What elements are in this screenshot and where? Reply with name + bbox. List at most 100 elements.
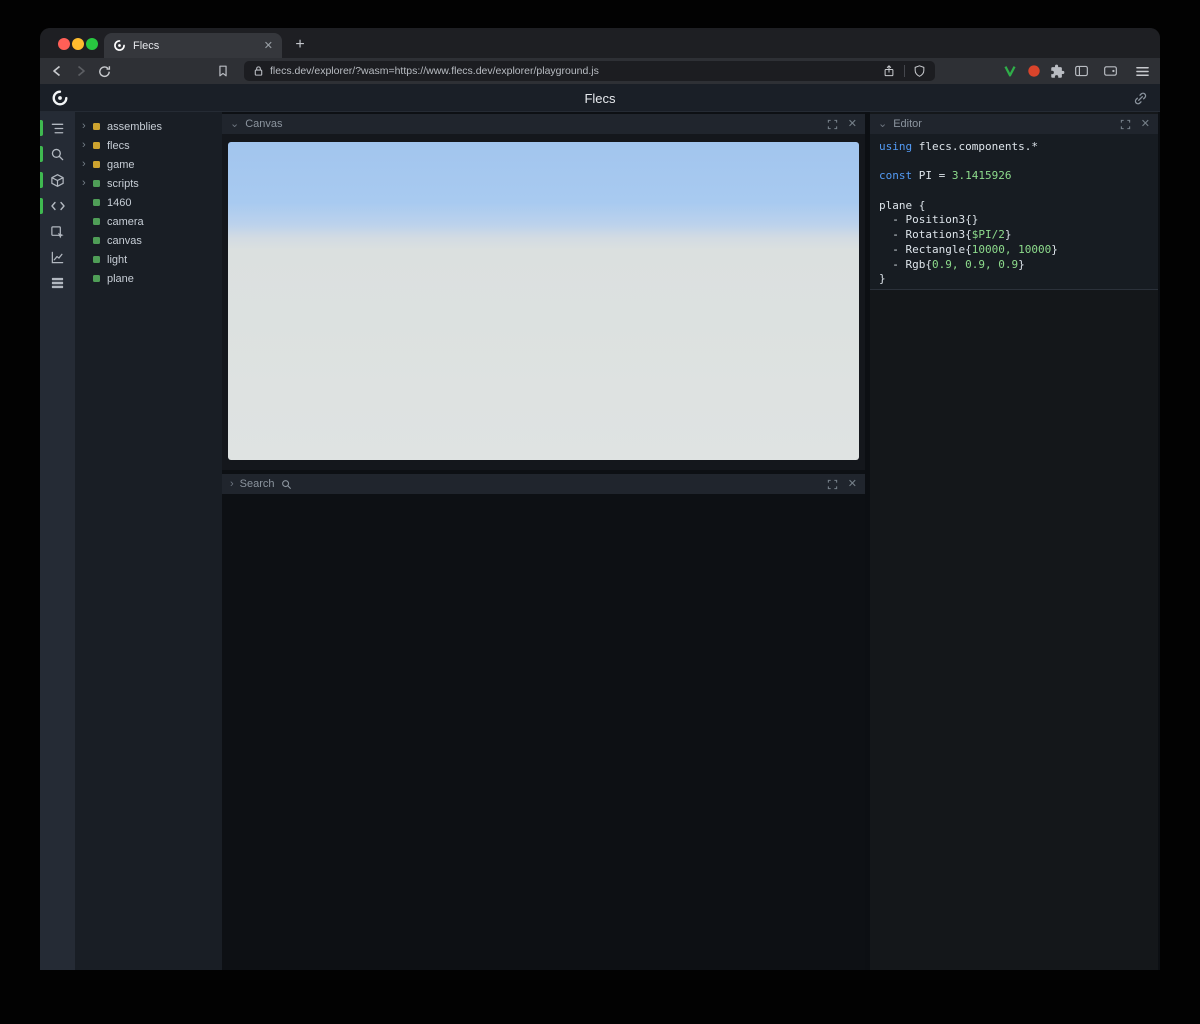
- extension-vimium-icon[interactable]: [999, 58, 1021, 84]
- entity-label: 1460: [107, 196, 132, 209]
- tree-item-1460[interactable]: 1460: [75, 193, 222, 212]
- editor-column: ⌄ Editor ✕ using flecs.components.* cons…: [870, 112, 1158, 970]
- 3d-canvas-viewport[interactable]: [228, 142, 859, 460]
- search-icon[interactable]: [40, 143, 75, 165]
- sidebar-toggle-icon[interactable]: [1070, 58, 1092, 84]
- entity-color-square: [93, 161, 100, 168]
- address-bar[interactable]: flecs.dev/explorer/?wasm=https://www.fle…: [244, 61, 935, 81]
- tab-title: Flecs: [133, 39, 160, 52]
- tree-item-scripts[interactable]: › scripts: [75, 174, 222, 193]
- reload-icon[interactable]: [93, 58, 115, 84]
- code-icon[interactable]: [40, 195, 75, 217]
- browser-window: Flecs ✕ + flecs.dev/explorer/?wasm=https…: [40, 28, 1160, 970]
- entity-label: canvas: [107, 234, 142, 247]
- collapse-chevron-icon[interactable]: ⌄: [878, 118, 887, 130]
- entity-color-square: [93, 237, 100, 244]
- fullscreen-icon[interactable]: [827, 119, 838, 130]
- entity-tree-icon[interactable]: [40, 117, 75, 139]
- traffic-minimize-button[interactable]: [72, 38, 84, 50]
- cube-icon[interactable]: [40, 169, 75, 191]
- canvas-panel-title: Canvas: [245, 118, 283, 130]
- entity-label: assemblies: [107, 120, 163, 133]
- fullscreen-icon[interactable]: [827, 479, 838, 490]
- code-line: - Position3{}: [879, 213, 979, 227]
- entity-label: plane: [107, 272, 134, 285]
- entity-label: scripts: [107, 177, 139, 190]
- collapse-chevron-icon[interactable]: ⌄: [230, 118, 239, 130]
- menu-hamburger-icon[interactable]: [1131, 58, 1153, 84]
- entity-label: flecs: [107, 139, 130, 152]
- empty-panel-area: [222, 494, 865, 970]
- search-magnifier-icon: [281, 479, 292, 490]
- extensions-puzzle-icon[interactable]: [1046, 58, 1068, 84]
- tree-item-camera[interactable]: camera: [75, 212, 222, 231]
- tree-item-assemblies[interactable]: › assemblies: [75, 117, 222, 136]
- entity-color-square: [93, 123, 100, 130]
- expand-arrow-icon[interactable]: ›: [82, 121, 93, 132]
- app-content: › assemblies › flecs › game › scripts 1460 camera…: [40, 112, 1160, 970]
- code-line: }: [879, 272, 886, 286]
- lock-icon: [253, 65, 264, 77]
- close-panel-icon[interactable]: ✕: [848, 118, 857, 130]
- tab-favicon-flecs-icon: [113, 39, 126, 52]
- entity-label: light: [107, 253, 128, 266]
- expand-arrow-icon[interactable]: ›: [82, 159, 93, 170]
- entity-color-square: [93, 275, 100, 282]
- editor-panel-header[interactable]: ⌄ Editor ✕: [870, 114, 1158, 134]
- canvas-panel-body: [222, 134, 865, 470]
- entity-label: game: [107, 158, 135, 171]
- entity-color-square: [93, 142, 100, 149]
- canvas-panel-header[interactable]: ⌄ Canvas ✕: [222, 114, 865, 134]
- expand-arrow-icon[interactable]: ›: [82, 140, 93, 151]
- tree-item-game[interactable]: › game: [75, 155, 222, 174]
- fullscreen-icon[interactable]: [1120, 119, 1131, 130]
- share-icon[interactable]: [882, 64, 896, 78]
- close-panel-icon[interactable]: ✕: [1141, 118, 1150, 130]
- expand-chevron-icon[interactable]: ›: [230, 478, 234, 490]
- rows-icon[interactable]: [40, 272, 75, 294]
- desktop-background: Flecs ✕ + flecs.dev/explorer/?wasm=https…: [0, 0, 1200, 1024]
- toolbar-separator: [904, 65, 905, 77]
- main-column: ⌄ Canvas ✕ › Search ✕: [222, 112, 865, 970]
- close-panel-icon[interactable]: ✕: [848, 478, 857, 490]
- entity-color-square: [93, 180, 100, 187]
- bookmark-icon[interactable]: [212, 58, 234, 84]
- traffic-close-button[interactable]: [58, 38, 70, 50]
- back-icon[interactable]: [46, 58, 68, 84]
- extension-red-icon[interactable]: [1023, 58, 1045, 84]
- traffic-zoom-button[interactable]: [86, 38, 98, 50]
- new-tab-button[interactable]: +: [288, 33, 312, 57]
- search-panel-header[interactable]: › Search ✕: [222, 474, 865, 494]
- entity-color-square: [93, 256, 100, 263]
- wallet-icon[interactable]: [1099, 58, 1121, 84]
- entity-label: camera: [107, 215, 144, 228]
- chart-icon[interactable]: [40, 246, 75, 268]
- search-panel-title: Search: [239, 478, 275, 490]
- share-link-icon[interactable]: [1133, 91, 1148, 106]
- inspect-icon[interactable]: [40, 221, 75, 243]
- entity-tree: › assemblies › flecs › game › scripts 1460 camera…: [75, 112, 222, 970]
- tree-item-light[interactable]: light: [75, 250, 222, 269]
- expand-arrow-icon[interactable]: ›: [82, 178, 93, 189]
- editor-code[interactable]: using flecs.components.* const PI = 3.14…: [870, 134, 1158, 290]
- editor-panel-title: Editor: [893, 118, 922, 130]
- tree-item-canvas[interactable]: canvas: [75, 231, 222, 250]
- tree-item-plane[interactable]: plane: [75, 269, 222, 288]
- code-line: using flecs.components.*: [879, 140, 1038, 153]
- browser-tab[interactable]: Flecs ✕: [104, 33, 282, 58]
- code-line: - Rgb{0.9, 0.9, 0.9}: [879, 257, 1025, 271]
- code-line: - Rectangle{10000, 10000}: [879, 242, 1058, 256]
- tree-item-flecs[interactable]: › flecs: [75, 136, 222, 155]
- brave-shield-icon[interactable]: [913, 64, 926, 78]
- tab-close-icon[interactable]: ✕: [264, 39, 273, 52]
- page-title: Flecs: [584, 90, 616, 106]
- browser-toolbar: flecs.dev/explorer/?wasm=https://www.fle…: [40, 58, 1160, 84]
- left-toolbar: [40, 112, 75, 970]
- entity-color-square: [93, 218, 100, 225]
- app-header: Flecs: [40, 84, 1160, 112]
- forward-icon[interactable]: [70, 58, 92, 84]
- code-line: - Rotation3{$PI/2}: [879, 228, 1012, 242]
- url-text: flecs.dev/explorer/?wasm=https://www.fle…: [270, 65, 599, 77]
